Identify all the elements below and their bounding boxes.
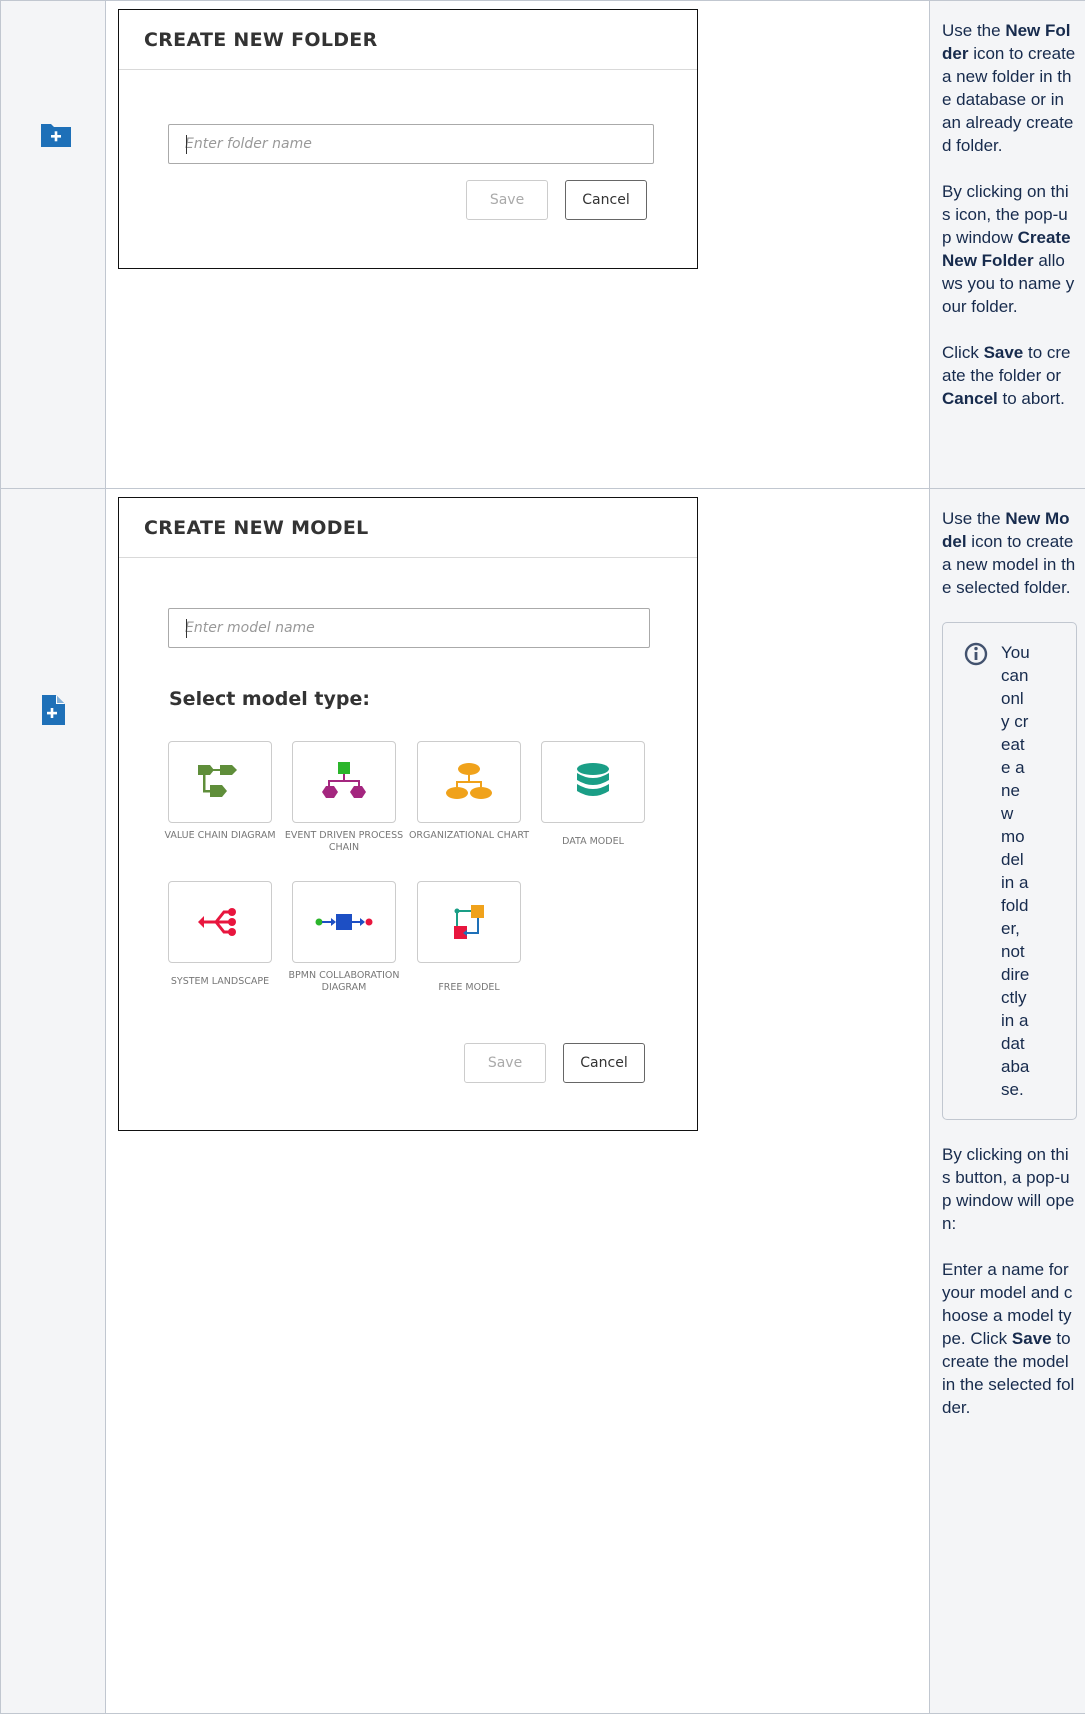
model-name-input[interactable]: Enter model name — [168, 608, 650, 648]
folder-description-cell: Use the New Folder icon to create a new … — [929, 0, 1085, 489]
save-button[interactable]: Save — [464, 1043, 546, 1083]
documentation-table: CREATE NEW FOLDER Enter folder name Save… — [0, 0, 1085, 1714]
model-type-data-model[interactable] — [541, 741, 645, 823]
model-type-epc[interactable] — [292, 741, 396, 823]
model-desc-paragraph-3: Enter a name for your model and choose a… — [942, 1260, 1075, 1417]
value-chain-icon — [198, 765, 237, 797]
model-icon-cell — [0, 488, 106, 1714]
cancel-button[interactable]: Cancel — [565, 180, 647, 220]
model-type-label: SYSTEM LANDSCAPE — [170, 976, 270, 987]
folder-row: CREATE NEW FOLDER Enter folder name Save… — [0, 0, 1085, 489]
text-caret — [186, 619, 187, 638]
dialog-title: CREATE NEW FOLDER — [119, 10, 697, 70]
select-model-type-heading: Select model type: — [169, 688, 370, 710]
folder-name-placeholder: Enter folder name — [185, 136, 312, 152]
create-model-dialog: CREATE NEW MODEL Enter model name Select… — [118, 497, 698, 1131]
model-type-label: BPMN COLLABORATION DIAGRAM — [288, 970, 400, 993]
model-type-label: EVENT DRIVEN PROCESS CHAIN — [284, 830, 404, 853]
new-model-icon — [42, 695, 65, 725]
model-desc-paragraph-1: Use the New Model icon to create a new m… — [942, 509, 1076, 597]
model-type-value-chain[interactable] — [168, 741, 272, 823]
model-type-label: VALUE CHAIN DIAGRAM — [164, 830, 276, 841]
model-dialog-cell: CREATE NEW MODEL Enter model name Select… — [105, 488, 930, 1714]
info-icon — [964, 642, 988, 666]
folder-desc-paragraph-3: Click Save to create the folder or Cance… — [942, 343, 1071, 408]
info-panel: You can only create a new model in a fol… — [942, 622, 1077, 1120]
folder-desc-paragraph-1: Use the New Folder icon to create a new … — [942, 21, 1076, 155]
create-folder-dialog: CREATE NEW FOLDER Enter folder name Save… — [118, 9, 698, 269]
cancel-button[interactable]: Cancel — [563, 1043, 645, 1083]
dialog-title: CREATE NEW MODEL — [119, 498, 697, 558]
model-type-system-landscape[interactable] — [168, 881, 272, 963]
bpmn-icon — [315, 914, 373, 930]
model-type-label: ORGANIZATIONAL CHART — [408, 830, 530, 841]
text-caret — [186, 135, 187, 154]
folder-desc-paragraph-2: By clicking on this icon, the pop-up win… — [942, 182, 1075, 316]
model-desc-paragraph-2: By clicking on this button, a pop-up win… — [942, 1145, 1075, 1233]
model-type-bpmn[interactable] — [292, 881, 396, 963]
model-description-cell: Use the New Model icon to create a new m… — [929, 488, 1085, 1714]
folder-icon-cell — [0, 0, 106, 489]
org-chart-icon — [446, 763, 492, 799]
model-name-placeholder: Enter model name — [185, 620, 315, 636]
save-button[interactable]: Save — [466, 180, 548, 220]
model-type-label: DATA MODEL — [562, 836, 624, 847]
folder-dialog-cell: CREATE NEW FOLDER Enter folder name Save… — [105, 0, 930, 489]
system-landscape-icon — [198, 908, 236, 936]
database-icon — [577, 763, 609, 796]
model-type-label: FREE MODEL — [438, 982, 500, 993]
new-folder-icon — [41, 124, 71, 147]
model-type-org-chart[interactable] — [417, 741, 521, 823]
info-text: You can only create a new model in a fol… — [1001, 643, 1030, 1099]
model-row: CREATE NEW MODEL Enter model name Select… — [0, 488, 1085, 1714]
epc-icon — [322, 762, 366, 798]
model-type-free-model[interactable] — [417, 881, 521, 963]
free-model-icon — [454, 905, 484, 939]
folder-name-input[interactable]: Enter folder name — [168, 124, 654, 164]
